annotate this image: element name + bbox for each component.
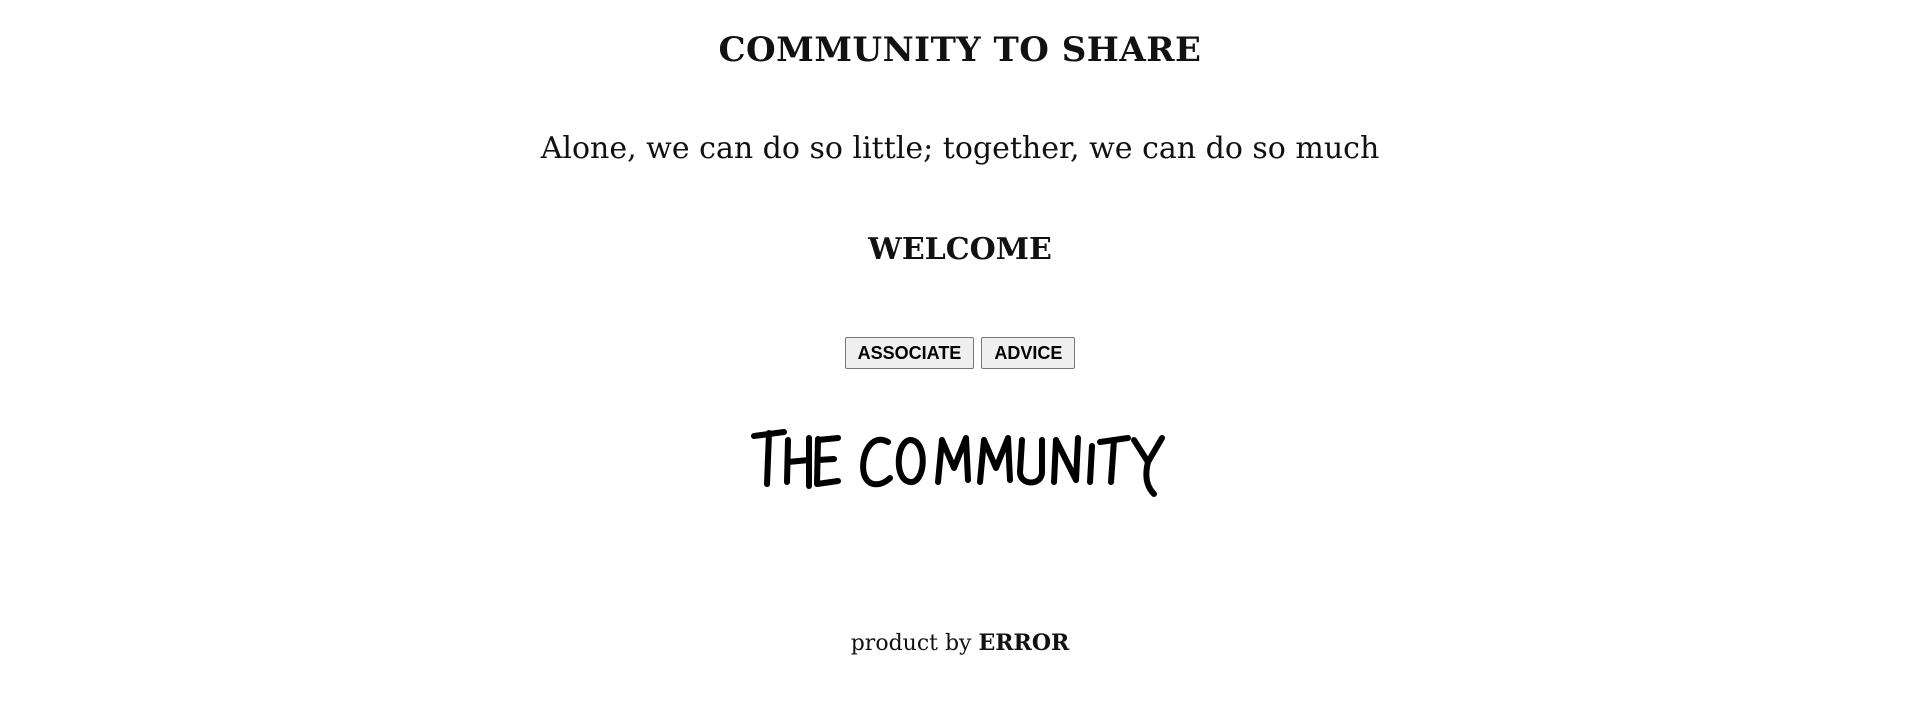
community-logo-graphic <box>751 429 1165 497</box>
footer-brand: ERROR <box>978 630 1070 656</box>
page: COMMUNITY TO SHARE Alone, we can do so l… <box>0 0 1920 706</box>
site-title: COMMUNITY TO SHARE <box>718 30 1202 70</box>
footer: product by ERROR <box>0 630 1920 656</box>
associate-button[interactable]: ASSOCIATE <box>844 337 975 369</box>
footer-prefix: product by <box>850 631 972 656</box>
tagline: Alone, we can do so little; together, we… <box>540 131 1380 166</box>
advice-button[interactable]: ADVICE <box>981 337 1076 369</box>
button-row: ASSOCIATE ADVICE <box>0 337 1920 369</box>
community-logo <box>0 418 1920 498</box>
welcome-heading: WELCOME <box>868 232 1052 267</box>
